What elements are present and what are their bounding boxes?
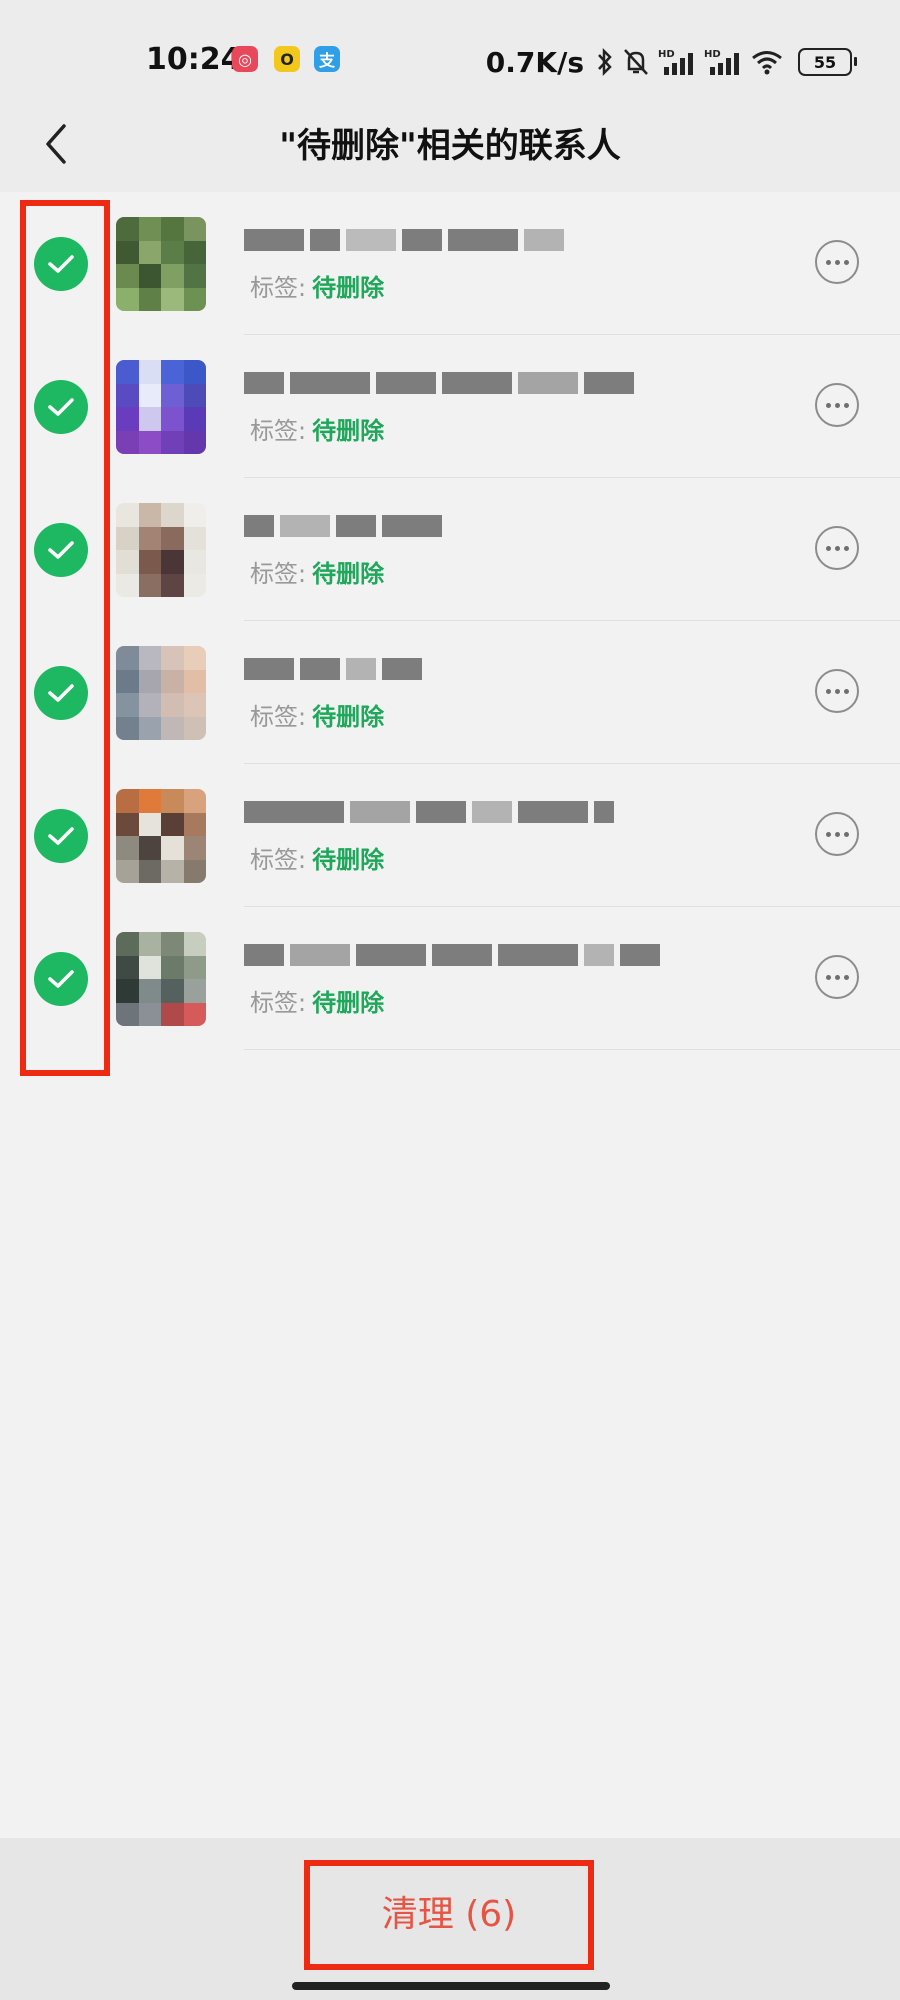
contact-name-redacted [244,651,422,687]
bluetooth-icon [596,47,614,77]
contact-tag: 标签: 待删除 [250,983,384,1018]
contact-tag: 标签: 待删除 [250,697,384,732]
more-options-button[interactable] [815,240,859,284]
tag-label: 标签: [250,274,307,302]
contact-name-redacted [244,365,634,401]
status-time: 10:24 [146,42,242,77]
netease-music-icon: ◎ [232,46,258,72]
battery-icon: 55 [798,48,857,76]
tag-value: 待删除 [312,274,385,302]
more-options-button[interactable] [815,812,859,856]
contact-row[interactable]: 标签: 待删除 [0,335,900,478]
svg-text:HD: HD [658,49,675,60]
selection-checkbox[interactable] [34,809,88,863]
checkmark-icon [48,255,74,273]
tag-label: 标签: [250,703,307,731]
tag-label: 标签: [250,846,307,874]
tag-label: 标签: [250,560,307,588]
checkmark-icon [48,970,74,988]
contact-tag: 标签: 待删除 [250,840,384,875]
bottom-action-bar: 清理 (6) [0,1838,900,2000]
avatar [116,646,206,740]
contact-name-redacted [244,937,660,973]
more-options-button[interactable] [815,955,859,999]
checkmark-icon [48,827,74,845]
avatar [116,217,206,311]
selection-checkbox[interactable] [34,952,88,1006]
nav-header: "待删除"相关的联系人 [0,100,900,192]
signal-hd-icon-1: HD [658,47,696,77]
contact-tag: 标签: 待删除 [250,268,384,303]
contact-row[interactable]: 标签: 待删除 [0,192,900,335]
more-options-button[interactable] [815,526,859,570]
contact-name-redacted [244,794,614,830]
checkmark-icon [48,684,74,702]
status-right: 0.7K/s HD HD 55 [485,42,857,82]
tag-label: 标签: [250,989,307,1017]
checkmark-icon [48,398,74,416]
signal-hd-icon-2: HD [704,47,742,77]
contact-tag: 标签: 待删除 [250,411,384,446]
tag-value: 待删除 [312,560,385,588]
avatar [116,932,206,1026]
checkmark-icon [48,541,74,559]
contact-name-redacted [244,508,442,544]
selection-checkbox[interactable] [34,380,88,434]
contact-tag: 标签: 待删除 [250,554,384,589]
tag-label: 标签: [250,417,307,445]
wifi-icon [750,47,784,77]
clean-button[interactable]: 清理 (6) [314,1866,584,1956]
home-indicator[interactable] [292,1982,610,1990]
contact-row[interactable]: 标签: 待删除 [0,478,900,621]
battery-level: 55 [813,52,837,72]
avatar [116,789,206,883]
tag-value: 待删除 [312,989,385,1017]
selection-checkbox[interactable] [34,666,88,720]
contact-row[interactable]: 标签: 待删除 [0,621,900,764]
row-divider [244,1049,900,1050]
app-yellow-icon: O [274,46,300,72]
contact-list: 标签: 待删除 标签: 待删除 标签: 待删除 标签: 待删除 标签: 待删除 … [0,192,900,1050]
selection-checkbox[interactable] [34,237,88,291]
mute-bell-icon [622,47,650,77]
tag-value: 待删除 [312,703,385,731]
avatar [116,503,206,597]
network-speed: 0.7K/s [485,45,584,79]
contact-row[interactable]: 标签: 待删除 [0,764,900,907]
page-title: "待删除"相关的联系人 [279,126,621,166]
tag-value: 待删除 [312,417,385,445]
tag-value: 待删除 [312,846,385,874]
more-options-button[interactable] [815,383,859,427]
contact-name-redacted [244,222,564,258]
svg-text:HD: HD [704,49,721,60]
alipay-icon: 支 [314,46,340,72]
contact-row[interactable]: 标签: 待删除 [0,907,900,1050]
avatar [116,360,206,454]
selection-checkbox[interactable] [34,523,88,577]
more-options-button[interactable] [815,669,859,713]
